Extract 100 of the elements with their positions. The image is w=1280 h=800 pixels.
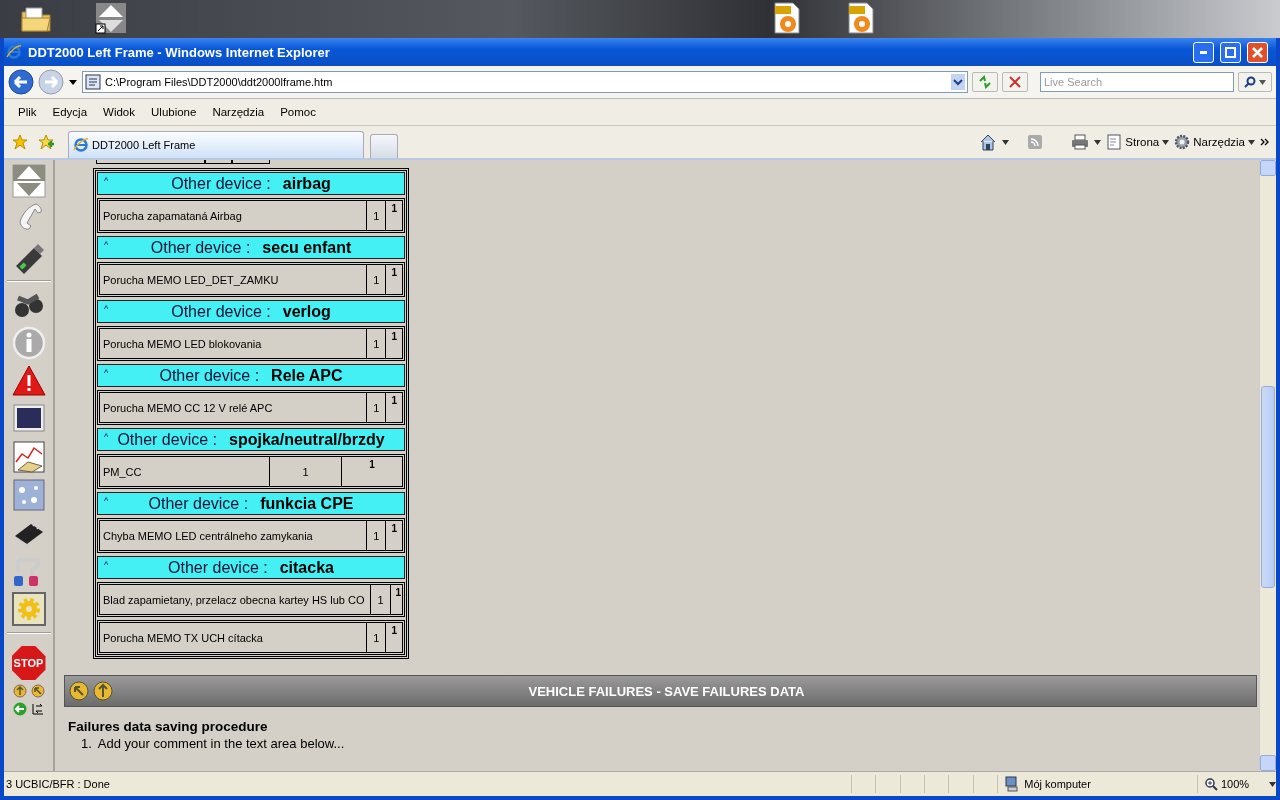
collapse-caret[interactable]: ^: [104, 304, 109, 314]
gear-icon[interactable]: [11, 592, 46, 626]
device-label: Other device :: [168, 558, 268, 577]
shortcut-icon: [95, 2, 127, 36]
collapse-caret[interactable]: ^: [104, 240, 109, 250]
collapse-caret[interactable]: ^: [104, 496, 109, 506]
menu-item[interactable]: Edycja: [44, 106, 96, 118]
menu-item[interactable]: Ulubione: [143, 106, 205, 118]
browser-tab[interactable]: DDT2000 Left Frame: [68, 131, 364, 158]
device-name: citacka: [279, 558, 334, 577]
failure-flag: 1: [385, 393, 402, 422]
scrollbar-thumb[interactable]: [1261, 386, 1275, 588]
failure-name: Porucha MEMO CC 12 V relé APC: [100, 393, 367, 422]
command-button[interactable]: Strona: [1106, 134, 1170, 150]
failure-flag: 1: [341, 457, 402, 486]
up-arrow-icon[interactable]: [12, 684, 27, 698]
device-label: Other device :: [159, 366, 260, 385]
menu-item[interactable]: Widok: [95, 106, 143, 118]
diagonal-arrow-icon[interactable]: [30, 684, 45, 698]
failure-count: 1: [366, 201, 386, 230]
page-icon: [1106, 134, 1123, 150]
menu-item[interactable]: Narzędzia: [204, 106, 273, 118]
zoom-button[interactable]: 100%: [1197, 775, 1277, 793]
device-name: spojka/neutral/brzdy: [229, 430, 385, 449]
step-text: Add your comment in the text area below...: [97, 736, 345, 752]
dropdown-arrow-icon: [1248, 139, 1255, 145]
dropdown-arrow-icon: [1162, 139, 1170, 145]
menu-item[interactable]: Plik: [10, 106, 45, 118]
address-field[interactable]: C:\Program Files\DDT2000\ddt2000lframe.htm: [82, 71, 968, 93]
device-name: verlog: [282, 302, 331, 321]
device-name: funkcia CPE: [260, 494, 354, 513]
failure-name: Porucha MEMO TX UCH cítacka: [100, 623, 367, 652]
failure-count: 1: [371, 585, 391, 614]
back-arrow-icon[interactable]: [12, 702, 27, 716]
security-zone: Mój komputer: [1024, 778, 1091, 790]
failure-name: Chyba MEMO LED centrálneho zamykania: [100, 521, 367, 550]
dropdown-arrow-icon: [1269, 781, 1277, 787]
failure-flag: 1: [385, 521, 402, 550]
warning-icon[interactable]: [11, 364, 46, 398]
add-favorite-icon[interactable]: [38, 134, 54, 150]
device-label: Other device :: [117, 430, 217, 449]
computer-icon: [1004, 776, 1021, 792]
back-button[interactable]: [8, 69, 34, 95]
section-title: VEHICLE FAILURES - SAVE FAILURES DATA: [527, 683, 806, 699]
device-label: Other device :: [171, 302, 271, 321]
printer-icon[interactable]: [1071, 134, 1090, 150]
status-text: 3 UCBIC/BFR : Done: [5, 778, 111, 790]
home-icon[interactable]: [979, 133, 998, 151]
device-name: Rele APC: [271, 366, 343, 385]
chevron-icon[interactable]: [1260, 137, 1270, 147]
failure-count: 1: [366, 521, 386, 550]
dropdown-arrow-icon[interactable]: [68, 77, 78, 87]
maximize-button[interactable]: [1220, 41, 1241, 63]
dropdown-arrow-icon[interactable]: [1094, 139, 1102, 145]
device-label: Other device :: [148, 494, 249, 513]
collapse-caret[interactable]: ^: [104, 560, 109, 570]
device-label: Other device :: [171, 174, 271, 193]
dropdown-arrow-icon[interactable]: [1002, 139, 1010, 145]
browser-icon: [6, 44, 22, 60]
collapse-caret[interactable]: ^: [104, 368, 109, 378]
star-icon[interactable]: [12, 134, 28, 150]
refresh-button[interactable]: [972, 72, 998, 92]
failure-count: 1: [366, 265, 386, 294]
failure-count: 1: [366, 623, 386, 652]
failure-name: PM_CC: [100, 457, 270, 486]
menu-item[interactable]: Pomoc: [272, 106, 324, 118]
minimize-button[interactable]: [1193, 41, 1214, 63]
close-icon: [1009, 76, 1021, 88]
failure-flag: 1: [385, 329, 402, 358]
failure-flag: 1: [390, 585, 407, 614]
search-field[interactable]: Live Search: [1040, 72, 1234, 92]
procedure-heading: Failures data saving procedure: [68, 719, 269, 734]
search-icon: [1244, 76, 1256, 88]
close-button[interactable]: [1247, 41, 1268, 63]
failure-name: Porucha MEMO LED_DET_ZAMKU: [100, 265, 367, 294]
close-icon: [1252, 46, 1263, 58]
device-name: airbag: [282, 174, 331, 193]
image-file-icon: [846, 2, 876, 34]
settings-icon: [1174, 134, 1191, 150]
dropdown-arrow-icon: [1259, 79, 1266, 85]
address-text: C:\Program Files\DDT2000\ddt2000lframe.htm: [105, 76, 334, 88]
failure-name: Porucha MEMO LED blokovania: [100, 329, 367, 358]
exchange-icon[interactable]: [30, 702, 45, 716]
failure-flag: 1: [385, 623, 402, 652]
minimize-icon: [1200, 50, 1207, 54]
failure-count: 1: [366, 329, 386, 358]
failure-name: Porucha zapamataná Airbag: [100, 201, 367, 230]
refresh-icon: [978, 75, 992, 89]
collapse-caret[interactable]: ^: [104, 432, 109, 442]
failure-count: 1: [366, 393, 386, 422]
stop-button[interactable]: STOP: [11, 646, 46, 680]
updown-icon[interactable]: [11, 164, 46, 198]
chart-icon[interactable]: [11, 440, 46, 474]
maximize-icon: [1225, 46, 1236, 58]
collapse-caret[interactable]: ^: [104, 176, 109, 186]
search-button[interactable]: [1238, 72, 1272, 92]
device-name: secu enfant: [262, 238, 352, 257]
command-button[interactable]: Narzędzia: [1174, 134, 1255, 150]
stop-button[interactable]: [1002, 72, 1028, 92]
image-file-icon: [772, 2, 802, 34]
